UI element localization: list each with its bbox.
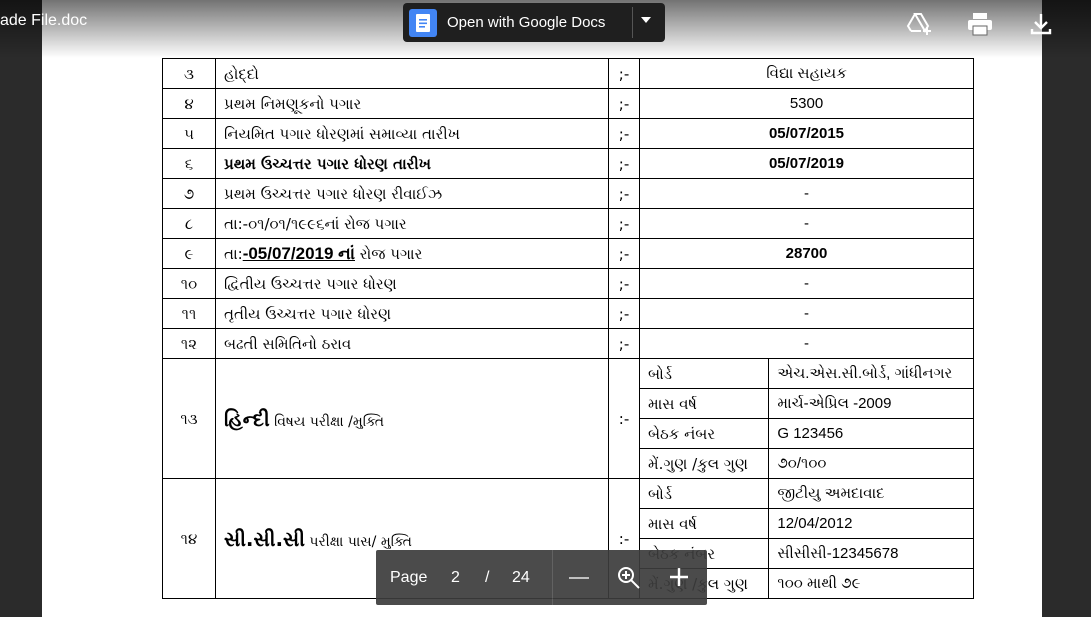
exam-subject: હિન્દી [224, 406, 270, 431]
row-value: 5300 [639, 88, 974, 119]
row-number: ૮ [162, 208, 216, 239]
row-number: ૯ [162, 238, 216, 269]
row-label: પ્રથમ ઉચ્ચત્તર પગાર ધોરણ તારીખ [215, 148, 609, 179]
row-value: - [639, 178, 974, 209]
service-record-table: ૩ હોદ્દો ;- વિદ્યા સહાયક ૪ પ્રથમ નિમણૂકન… [162, 58, 974, 599]
row-label: હિન્દી વિષય પરીક્ષા /મુક્તિ [215, 358, 609, 479]
row-value: - [639, 328, 974, 359]
detail-value: માર્ચ-એપ્રિલ -2009 [768, 388, 974, 419]
row-number: ૧૧ [162, 298, 216, 329]
row-value: - [639, 208, 974, 239]
table-row: ૩ હોદ્દો ;- વિદ્યા સહાયક [162, 58, 974, 89]
add-to-drive-icon[interactable] [906, 10, 934, 38]
row-label-prefix: તા: [224, 244, 243, 263]
row-label: દ્વિતીય ઉચ્ચત્તર પગાર ધોરણ [215, 268, 609, 299]
row-separator: ;- [608, 58, 640, 89]
row-separator: ;- [608, 238, 640, 269]
google-docs-icon [409, 8, 437, 37]
row-number: ૩ [162, 58, 216, 89]
detail-value: ૧૦૦ માથી ૭૯ [768, 568, 974, 599]
total-pages: 24 [512, 568, 530, 586]
row-number: ૧૨ [162, 328, 216, 359]
button-divider [632, 7, 633, 38]
current-page-input[interactable]: 2 [451, 569, 460, 587]
zoom-in-icon[interactable] [617, 566, 641, 595]
detail-value: 12/04/2012 [768, 508, 974, 539]
row-label: પ્રથમ ઉચ્ચત્તર પગાર ધોરણ રીવાઈઝ [215, 178, 609, 209]
detail-value: ૭૦/૧૦૦ [768, 448, 974, 479]
table-row: ૧૨ બઢતી સમિતિનો ઠરાવ ;- - [162, 328, 974, 359]
open-with-google-docs-button[interactable]: Open with Google Docs [403, 3, 665, 42]
row-separator: ;- [608, 148, 640, 179]
row-separator: ;- [608, 118, 640, 149]
row-label: તા:-05/07/2019 નાં રોજ પગાર [215, 238, 609, 269]
exam-subject-suffix: વિષય પરીક્ષા /મુક્તિ [269, 413, 384, 430]
detail-key: બોર્ડ [638, 478, 770, 509]
row-label: બઢતી સમિતિનો ઠરાવ [215, 328, 609, 359]
detail-key: બેઠક નંબર [638, 418, 770, 449]
row-separator: ;- [608, 268, 640, 299]
detail-value: સીસીસી-12345678 [768, 538, 974, 569]
download-icon[interactable] [1027, 10, 1055, 38]
row-value: 28700 [639, 238, 974, 269]
row-separator: ;- [608, 298, 640, 329]
page-label: Page [390, 568, 428, 586]
plus-icon[interactable] [668, 566, 690, 593]
row-number: ૧૦ [162, 268, 216, 299]
page-navigator: Page 2 / 24 [376, 550, 707, 605]
row-number: ૫ [162, 118, 216, 149]
detail-value: G 123456 [768, 418, 974, 449]
row-number: ૪ [162, 88, 216, 119]
row-number: ૧૩ [162, 358, 216, 479]
row-label: નિયમિત પગાર ધોરણમાં સમાવ્યા તારીખ [215, 118, 609, 149]
row-separator: ;- [608, 208, 640, 239]
row-number: ૧૪ [162, 478, 216, 599]
row-separator: :- [608, 358, 640, 479]
viewer-toolbar: ade File.doc Open with Google Docs [0, 0, 1091, 58]
exam-subject: સી.સી.સી [224, 526, 305, 551]
document-page: ૩ હોદ્દો ;- વિદ્યા સહાયક ૪ પ્રથમ નિમણૂકન… [42, 0, 1042, 617]
print-icon[interactable] [966, 10, 994, 38]
detail-key: બોર્ડ [638, 358, 770, 389]
detail-value: જીટીયુ અમદાવાદ [768, 478, 974, 509]
open-with-label: Open with Google Docs [447, 14, 606, 31]
row-label-suffix: રોજ પગાર [355, 244, 423, 263]
row-separator: ;- [608, 328, 640, 359]
pager-divider [552, 550, 553, 605]
table-row: ૧૧ તૃતીય ઉચ્ચત્તર પગાર ધોરણ ;- - [162, 298, 974, 329]
row-value: - [639, 268, 974, 299]
exam-subject-suffix: પરીક્ષા પાસ/ મુક્તિ [304, 533, 412, 550]
detail-key: માસ વર્ષ [638, 388, 770, 419]
row-number: ૭ [162, 178, 216, 209]
row-value: 05/07/2019 [639, 148, 974, 179]
row-label: તા:-૦૧/૦૧/૧૯૯૬નાં રોજ પગાર [215, 208, 609, 239]
zoom-out-icon[interactable] [569, 577, 589, 579]
detail-key: માસ વર્ષ [638, 508, 770, 539]
table-row: ૧૦ દ્વિતીય ઉચ્ચત્તર પગાર ધોરણ ;- - [162, 268, 974, 299]
table-row: ૫ નિયમિત પગાર ધોરણમાં સમાવ્યા તારીખ ;- 0… [162, 118, 974, 149]
row-label-date: -05/07/2019 નાં [242, 243, 355, 263]
table-row: ૮ તા:-૦૧/૦૧/૧૯૯૬નાં રોજ પગાર ;- - [162, 208, 974, 239]
row-value: 05/07/2015 [639, 118, 974, 149]
row-value: - [639, 298, 974, 329]
table-row: ૯ તા:-05/07/2019 નાં રોજ પગાર ;- 28700 [162, 238, 974, 269]
row-label: હોદ્દો [215, 58, 609, 89]
row-number: ૬ [162, 148, 216, 179]
row-label: તૃતીય ઉચ્ચત્તર પગાર ધોરણ [215, 298, 609, 329]
page-separator: / [485, 568, 490, 586]
table-row: ૧૪ સી.સી.સી પરીક્ષા પાસ/ મુક્તિ :- બોર્ડ… [162, 478, 974, 599]
table-row: ૬ પ્રથમ ઉચ્ચત્તર પગાર ધોરણ તારીખ ;- 05/0… [162, 148, 974, 179]
row-separator: ;- [608, 88, 640, 119]
row-label: પ્રથમ નિમણૂકનો પગાર [215, 88, 609, 119]
table-row: ૭ પ્રથમ ઉચ્ચત્તર પગાર ધોરણ રીવાઈઝ ;- - [162, 178, 974, 209]
detail-key: મેં.ગુણ /કુલ ગુણ [638, 448, 770, 479]
row-value: વિદ્યા સહાયક [639, 58, 974, 89]
file-name: ade File.doc [0, 12, 88, 29]
chevron-down-icon[interactable] [641, 17, 651, 23]
row-separator: ;- [608, 178, 640, 209]
table-row: ૪ પ્રથમ નિમણૂકનો પગાર ;- 5300 [162, 88, 974, 119]
detail-value: એચ.એસ.સી.બોર્ડ, ગાંધીનગર [768, 358, 974, 389]
table-row: ૧૩ હિન્દી વિષય પરીક્ષા /મુક્તિ :- બોર્ડ … [162, 358, 974, 479]
